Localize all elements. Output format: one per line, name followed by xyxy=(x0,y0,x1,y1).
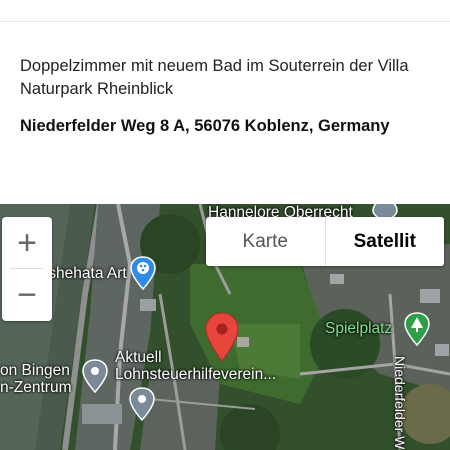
listing-address: Niederfelder Weg 8 A, 56076 Koblenz, Ger… xyxy=(20,117,390,135)
poi-label-bingen-2[interactable]: n-Zentrum xyxy=(0,379,72,396)
poi-label-art[interactable]: Ishehata Art xyxy=(44,265,127,282)
map-type-satellit-button[interactable]: Satellit xyxy=(326,217,445,266)
art-palette-icon[interactable] xyxy=(130,256,156,290)
poi-label-aktuell-2[interactable]: Lohnsteuerhilfeverein... xyxy=(115,366,276,383)
poi-pin-aktuell[interactable] xyxy=(129,387,155,421)
location-pin-icon[interactable] xyxy=(204,312,240,362)
poi-label-spielplatz[interactable]: Spielplatz xyxy=(325,320,392,337)
poi-label-aktuell-1[interactable]: Aktuell xyxy=(115,349,162,366)
map-type-toggle: Karte Satellit xyxy=(206,217,444,266)
zoom-in-button[interactable]: + xyxy=(2,217,52,269)
top-divider xyxy=(0,21,450,22)
poi-pin-bingen[interactable] xyxy=(82,359,108,393)
map-type-karte-button[interactable]: Karte xyxy=(206,217,326,266)
map-view[interactable]: Hannelore Oberrecht Ishehata Art Spielpl… xyxy=(0,204,450,450)
listing-description: Doppelzimmer mit neuem Bad im Souterrein… xyxy=(20,57,409,98)
playground-tree-icon[interactable] xyxy=(404,312,430,346)
poi-label-bingen-1[interactable]: on Bingen xyxy=(0,362,70,379)
zoom-out-button[interactable]: − xyxy=(2,269,52,321)
zoom-control: + − xyxy=(2,217,52,321)
street-label: Niederfelder W xyxy=(392,356,408,450)
